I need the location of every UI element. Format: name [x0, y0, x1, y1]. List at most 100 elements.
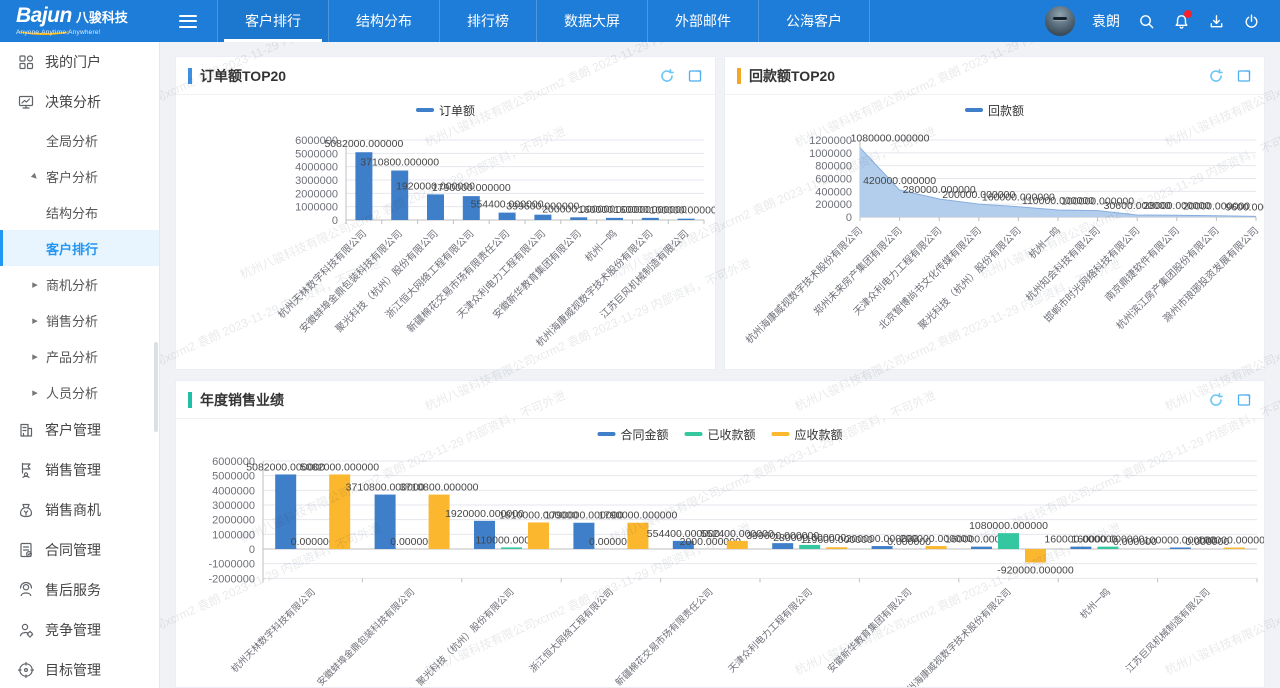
chevron-expanded-icon[interactable]: ▶ [30, 171, 40, 181]
legend-item[interactable]: 已收款额 [685, 428, 756, 442]
sidebar-item-7[interactable]: ▶销售分析 [0, 302, 159, 338]
fullscreen-button[interactable] [1236, 392, 1252, 408]
navbar-right: 袁朗 [1045, 6, 1280, 36]
sidebar-item-12[interactable]: 销售商机 [0, 490, 159, 530]
bar-应收款额[interactable] [627, 523, 648, 549]
sidebar-item-2[interactable]: 全局分析 [0, 122, 159, 158]
sidebar-scrollbar[interactable] [154, 342, 158, 432]
download-icon[interactable] [1207, 12, 1225, 30]
nav-tab-3[interactable]: 数据大屏 [537, 0, 648, 42]
sidebar-item-label: 产品分析 [46, 347, 98, 366]
legend-item[interactable]: 订单额 [416, 104, 475, 118]
bar-应收款额[interactable] [727, 541, 748, 549]
card-header: 订单额TOP20 [176, 57, 715, 95]
sidebar-item-3[interactable]: ▶ 客户分析 [0, 158, 159, 194]
top-navbar: Bajun 八骏科技 Anyone,Anytime,Anywhere! 客户排行… [0, 0, 1280, 42]
bar-已收款额[interactable] [998, 533, 1019, 549]
sidebar-item-11[interactable]: 销售管理 [0, 450, 159, 490]
refresh-button[interactable] [659, 68, 675, 84]
chevron-collapsed-icon[interactable]: ▶ [32, 388, 38, 396]
bar[interactable] [570, 217, 587, 220]
bar-应收款额[interactable] [1025, 549, 1046, 562]
bar-已收款额[interactable] [501, 547, 522, 549]
bar[interactable] [391, 171, 408, 220]
chevron-collapsed-icon[interactable]: ▶ [32, 316, 38, 324]
app-logo[interactable]: Bajun 八骏科技 Anyone,Anytime,Anywhere! [0, 6, 165, 36]
bar-应收款额[interactable] [1224, 548, 1245, 549]
bar-合同金额[interactable] [971, 547, 992, 549]
svg-text:订单额: 订单额 [439, 104, 475, 118]
nav-tabs: 客户排行结构分布排行榜数据大屏外部邮件公海客户 [217, 0, 870, 42]
svg-text:2000000: 2000000 [295, 188, 338, 200]
sidebar-item-14[interactable]: 售后服务 [0, 570, 159, 610]
refresh-button[interactable] [1208, 392, 1224, 408]
nav-tab-0[interactable]: 客户排行 [217, 0, 329, 42]
user-avatar[interactable] [1045, 6, 1075, 36]
nav-tab-2[interactable]: 排行榜 [440, 0, 537, 42]
sidebar-item-label: 商机分析 [46, 275, 98, 294]
svg-text:4000000: 4000000 [295, 162, 338, 174]
sidebar-item-10[interactable]: 客户管理 [0, 410, 159, 450]
svg-text:南京鼎捷软件有限公司: 南京鼎捷软件有限公司 [1102, 224, 1182, 304]
refresh-button[interactable] [1208, 68, 1224, 84]
svg-text:合同金额: 合同金额 [621, 427, 669, 442]
person-gear-icon [17, 621, 35, 639]
sidebar-item-15[interactable]: 竞争管理 [0, 610, 159, 650]
bar-应收款额[interactable] [826, 547, 847, 549]
svg-text:0.000000: 0.000000 [390, 536, 434, 548]
card-accent-bar [188, 392, 192, 408]
sidebar-item-13[interactable]: 合同管理 [0, 530, 159, 570]
sidebar-item-1[interactable]: 决策分析 [0, 82, 159, 122]
search-icon[interactable] [1137, 12, 1155, 30]
sidebar-item-0[interactable]: 我的门户 [0, 42, 159, 82]
bar[interactable] [606, 218, 623, 220]
bar-应收款额[interactable] [429, 495, 450, 549]
bar[interactable] [642, 218, 659, 220]
bar[interactable] [534, 215, 551, 220]
nav-tab-4[interactable]: 外部邮件 [648, 0, 759, 42]
menu-toggle-icon[interactable] [179, 15, 197, 28]
fullscreen-button[interactable] [687, 68, 703, 84]
sales-flag-icon [17, 461, 35, 479]
chevron-collapsed-icon[interactable]: ▶ [32, 280, 38, 288]
bar-合同金额[interactable] [1070, 547, 1091, 549]
svg-text:200000: 200000 [815, 199, 852, 211]
bar[interactable] [499, 213, 516, 220]
sidebar-item-4[interactable]: 结构分布 [0, 194, 159, 230]
sidebar-item-9[interactable]: ▶人员分析 [0, 374, 159, 410]
sidebar-item-8[interactable]: ▶ 产品分析 [0, 338, 159, 374]
portal-grid-icon [17, 53, 35, 71]
bell-icon[interactable] [1172, 12, 1190, 30]
svg-text:杭州知会科技有限公司: 杭州知会科技有限公司 [1023, 224, 1103, 304]
svg-text:3000000: 3000000 [212, 500, 255, 512]
fullscreen-button[interactable] [1236, 68, 1252, 84]
chevron-collapsed-icon[interactable]: ▶ [32, 352, 38, 360]
bar-应收款额[interactable] [528, 522, 549, 549]
svg-text:-920000.000000: -920000.000000 [997, 564, 1074, 576]
svg-text:3710800.000000: 3710800.000000 [360, 157, 439, 169]
svg-text:1080000.000000: 1080000.000000 [851, 133, 930, 145]
sidebar-item-16[interactable]: 目标管理 [0, 650, 159, 688]
legend-item[interactable]: 应收款额 [772, 427, 843, 442]
card-header: 回款额TOP20 [725, 57, 1264, 95]
legend-item[interactable]: 合同金额 [598, 427, 669, 442]
sidebar-item-5[interactable]: 客户排行 [0, 230, 159, 266]
sidebar-item-label: 决策分析 [45, 92, 101, 112]
bar-合同金额[interactable] [772, 543, 793, 549]
nav-tab-1[interactable]: 结构分布 [329, 0, 440, 42]
bar[interactable] [678, 219, 695, 220]
user-name[interactable]: 袁朗 [1092, 11, 1120, 31]
bar[interactable] [427, 194, 444, 220]
nav-tab-5[interactable]: 公海客户 [759, 0, 870, 42]
card-header: 年度销售业绩 [176, 381, 1264, 419]
card-accent-bar [188, 68, 192, 84]
card-title: 年度销售业绩 [200, 390, 1208, 410]
svg-text:已收款额: 已收款额 [708, 428, 756, 442]
bar-应收款额[interactable] [926, 546, 947, 549]
sidebar-item-6[interactable]: ▶ 商机分析 [0, 266, 159, 302]
svg-text:江苏巨风机械制造有限公司: 江苏巨风机械制造有限公司 [1123, 586, 1212, 675]
legend-item[interactable]: 回款额 [965, 104, 1024, 118]
power-icon[interactable] [1242, 12, 1260, 30]
svg-text:3710800.000000: 3710800.000000 [400, 482, 479, 494]
sidebar-item-label: 客户分析 [46, 167, 98, 186]
